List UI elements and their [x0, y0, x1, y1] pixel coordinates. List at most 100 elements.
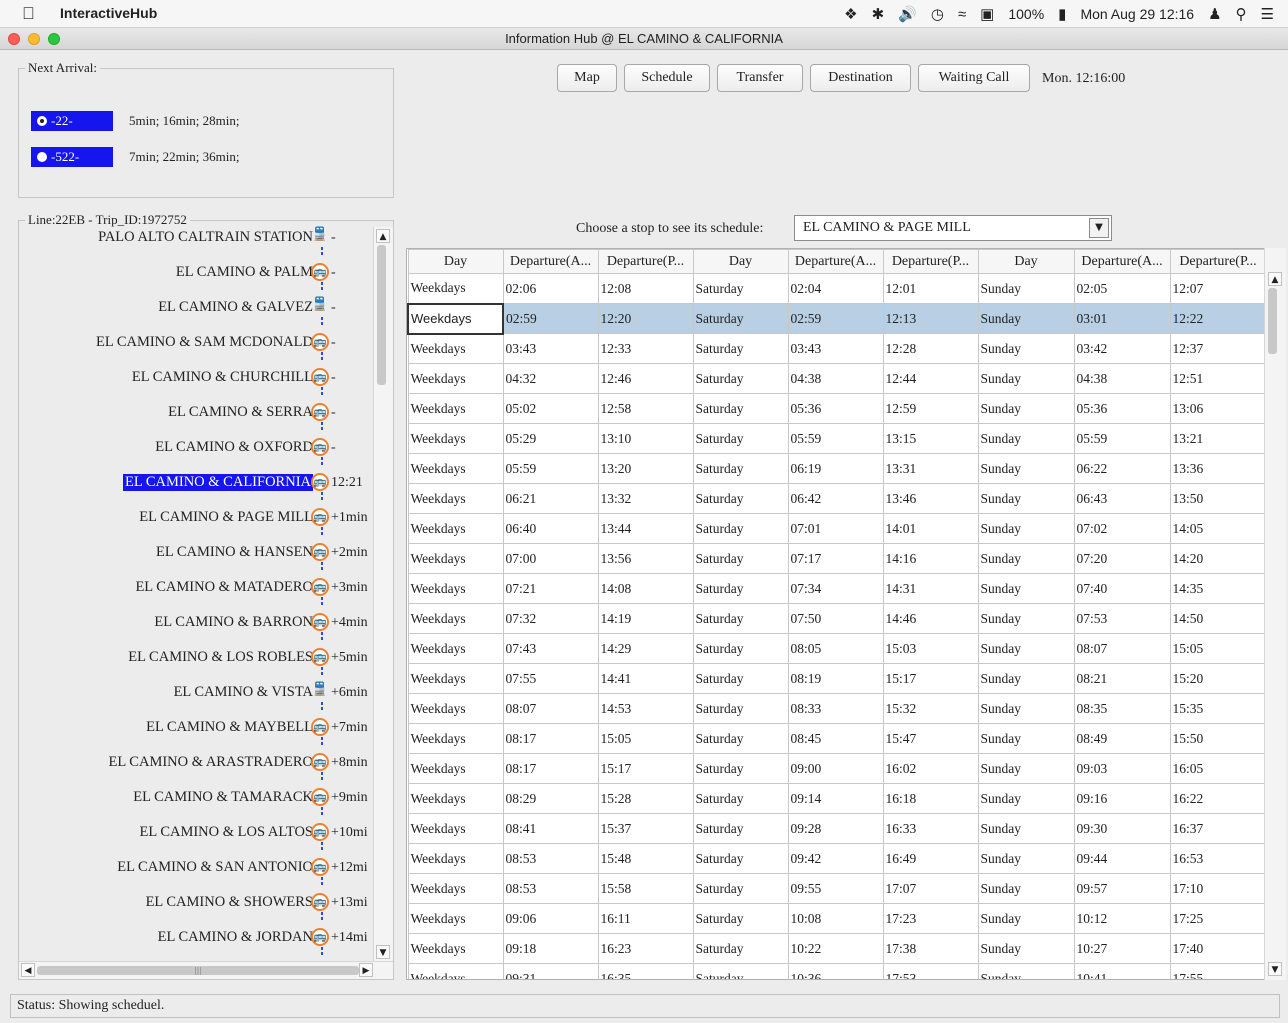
table-cell[interactable]: Weekdays [407, 843, 504, 874]
map-button[interactable]: Map [557, 64, 617, 92]
table-cell[interactable]: 08:21 [1073, 663, 1171, 694]
table-row[interactable]: Weekdays 08:29 15:28 Saturday 09:14 16:18 Sund… [407, 783, 1267, 814]
stop-name[interactable]: EL CAMINO & LOS ROBLES [128, 649, 313, 666]
stop-item[interactable]: EL CAMINO & LOS ALTOS 🚌 +10mi [21, 820, 373, 852]
table-row[interactable]: Weekdays 02:06 12:08 Saturday 02:04 12:01 Sund… [407, 273, 1267, 304]
table-cell[interactable]: 08:29 [502, 783, 599, 814]
table-cell[interactable]: 09:44 [1073, 843, 1171, 874]
table-cell[interactable]: 09:55 [787, 873, 884, 904]
table-cell[interactable]: 12:37 [1169, 333, 1267, 364]
table-cell[interactable]: 15:03 [882, 633, 979, 664]
table-cell[interactable]: Saturday [692, 573, 789, 604]
table-cell[interactable]: 12:07 [1169, 273, 1267, 304]
scroll-left-arrow-icon[interactable]: ◀ [21, 963, 35, 977]
table-cell[interactable]: 02:59 [502, 303, 599, 334]
input-source-icon[interactable]: ▣ [980, 5, 994, 23]
stop-item[interactable]: EL CAMINO & SAM MCDONALD 🚌 - [21, 330, 373, 362]
stop-item[interactable]: PALO ALTO CALTRAIN STATION 🚆 - [21, 225, 373, 257]
stop-name[interactable]: EL CAMINO & ARASTRADERO [109, 754, 314, 771]
stop-name[interactable]: PALO ALTO CALTRAIN STATION [98, 229, 313, 246]
table-cell[interactable]: Saturday [692, 393, 789, 424]
table-cell[interactable]: 12:22 [1169, 303, 1267, 334]
stop-item[interactable]: EL CAMINO & BARRON 🚌 +4min [21, 610, 373, 642]
table-cell[interactable]: 04:38 [787, 363, 884, 394]
chevron-down-icon[interactable]: ▼ [1089, 218, 1109, 238]
table-cell[interactable]: Saturday [692, 903, 789, 934]
table-cell[interactable]: 12:51 [1169, 363, 1267, 394]
column-header[interactable]: Departure(A... [787, 249, 884, 274]
column-header[interactable]: Day [407, 249, 504, 274]
table-cell[interactable]: 12:59 [882, 393, 979, 424]
table-cell[interactable]: 03:01 [1073, 303, 1171, 334]
table-cell[interactable]: 07:53 [1073, 603, 1171, 634]
column-header[interactable]: Day [692, 249, 789, 274]
table-cell[interactable]: 05:02 [502, 393, 599, 424]
table-cell[interactable]: 06:19 [787, 453, 884, 484]
table-cell[interactable]: 14:53 [597, 693, 694, 724]
stop-list-vertical-scrollbar[interactable]: ▲ ▼ [373, 227, 393, 961]
table-row[interactable]: Weekdays 08:17 15:17 Saturday 09:00 16:02 Sund… [407, 753, 1267, 784]
table-cell[interactable]: 15:48 [597, 843, 694, 874]
table-cell[interactable]: Weekdays [407, 363, 504, 394]
table-cell[interactable]: Weekdays [407, 633, 504, 664]
table-cell[interactable]: 10:22 [787, 933, 884, 964]
stop-name[interactable]: EL CAMINO & TAMARACK [133, 789, 313, 806]
table-cell[interactable]: 07:21 [502, 573, 599, 604]
table-cell[interactable]: Saturday [692, 423, 789, 454]
table-cell[interactable]: Sunday [977, 363, 1075, 394]
table-cell[interactable]: 17:10 [1169, 873, 1267, 904]
table-cell[interactable]: 09:28 [787, 813, 884, 844]
table-cell[interactable]: 09:00 [787, 753, 884, 784]
column-header[interactable]: Departure(A... [502, 249, 599, 274]
waiting-call-button[interactable]: Waiting Call [918, 64, 1030, 92]
table-cell[interactable]: 07:20 [1073, 543, 1171, 574]
table-cell[interactable]: 07:34 [787, 573, 884, 604]
table-cell[interactable]: 09:42 [787, 843, 884, 874]
table-cell[interactable]: 15:20 [1169, 663, 1267, 694]
table-row[interactable]: Weekdays 03:43 12:33 Saturday 03:43 12:28 Sund… [407, 333, 1267, 364]
table-cell[interactable]: 12:01 [882, 273, 979, 304]
table-cell[interactable]: 16:02 [882, 753, 979, 784]
table-cell[interactable]: 06:21 [502, 483, 599, 514]
table-cell[interactable]: Weekdays [407, 453, 504, 484]
table-cell[interactable]: Sunday [977, 843, 1075, 874]
table-row[interactable]: Weekdays 07:21 14:08 Saturday 07:34 14:31 Sund… [407, 573, 1267, 604]
route-option-522[interactable]: -522- 7min; 22min; 36min; [31, 147, 240, 167]
table-cell[interactable]: 07:43 [502, 633, 599, 664]
table-cell[interactable]: 12:13 [882, 303, 979, 334]
table-cell[interactable]: Saturday [692, 333, 789, 364]
table-cell[interactable]: 05:59 [1073, 423, 1171, 454]
table-cell[interactable]: 13:06 [1169, 393, 1267, 424]
table-cell[interactable]: 17:38 [882, 933, 979, 964]
scroll-down-arrow-icon[interactable]: ▼ [1268, 962, 1282, 976]
table-cell[interactable]: 16:23 [597, 933, 694, 964]
table-cell[interactable]: Sunday [977, 273, 1075, 304]
close-window-button[interactable] [8, 33, 20, 45]
table-cell[interactable]: Weekdays [407, 483, 504, 514]
table-cell[interactable]: Saturday [692, 633, 789, 664]
table-cell[interactable]: Saturday [692, 753, 789, 784]
table-cell[interactable]: Sunday [977, 753, 1075, 784]
table-cell[interactable]: Saturday [692, 693, 789, 724]
table-row[interactable]: Weekdays 06:21 13:32 Saturday 06:42 13:46 Sund… [407, 483, 1267, 514]
zoom-window-button[interactable] [48, 33, 60, 45]
table-cell[interactable]: 17:40 [1169, 933, 1267, 964]
table-row[interactable]: Weekdays 05:59 13:20 Saturday 06:19 13:31 Sund… [407, 453, 1267, 484]
table-cell[interactable]: 13:31 [882, 453, 979, 484]
table-cell[interactable]: 07:02 [1073, 513, 1171, 544]
table-cell[interactable]: 07:55 [502, 663, 599, 694]
table-cell[interactable]: 06:43 [1073, 483, 1171, 514]
column-header[interactable]: Departure(P... [1169, 249, 1267, 274]
table-cell[interactable]: Sunday [977, 963, 1075, 979]
table-cell[interactable]: 16:53 [1169, 843, 1267, 874]
menubar-clock[interactable]: Mon Aug 29 12:16 [1080, 6, 1194, 22]
table-cell[interactable]: 12:20 [597, 303, 694, 334]
table-cell[interactable]: 17:53 [882, 963, 979, 979]
schedule-vertical-scrollbar[interactable]: ▲ ▼ [1264, 248, 1286, 980]
table-cell[interactable]: 09:18 [502, 933, 599, 964]
table-cell[interactable]: 13:20 [597, 453, 694, 484]
table-cell[interactable]: 15:17 [882, 663, 979, 694]
stop-list[interactable]: PALO ALTO CALTRAIN STATION 🚆 - EL CAMINO & … [21, 225, 373, 959]
table-cell[interactable]: 08:45 [787, 723, 884, 754]
table-cell[interactable]: 14:35 [1169, 573, 1267, 604]
